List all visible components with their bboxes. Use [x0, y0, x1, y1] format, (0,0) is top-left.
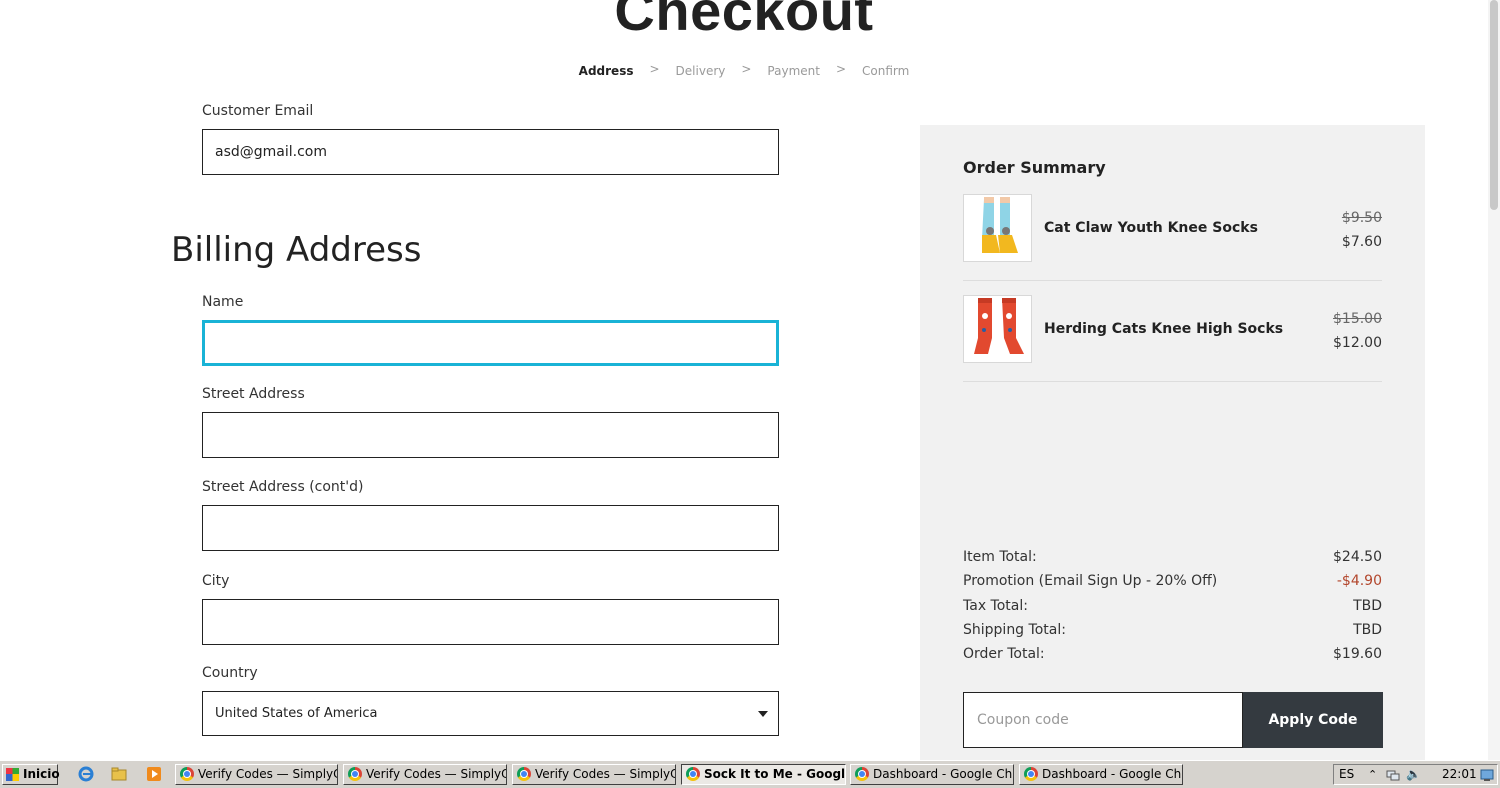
summary-item: Cat Claw Youth Knee Socks $9.50 $7.60	[963, 194, 1382, 281]
country-label: Country	[202, 665, 258, 681]
totals-value: $19.60	[1333, 646, 1382, 663]
taskbar-window-button[interactable]: Verify Codes — SimplyCo...	[343, 764, 507, 785]
summary-item: Herding Cats Knee High Socks $15.00 $12.…	[963, 295, 1382, 382]
chevron-down-icon	[758, 711, 768, 717]
totals-value: TBD	[1353, 621, 1382, 638]
cat-claw-socks-image	[964, 195, 1031, 261]
chevron-up-icon[interactable]: ⌃	[1368, 765, 1377, 784]
totals-label: Item Total:	[963, 549, 1037, 565]
step-payment: Payment	[767, 64, 820, 78]
taskbar-window-button[interactable]: Dashboard - Google Chr...	[850, 764, 1014, 785]
system-tray: ES ⌃ 🔈 22:01	[1333, 764, 1498, 785]
item-original-price: $9.50	[1341, 210, 1382, 226]
step-address[interactable]: Address	[579, 64, 634, 78]
item-price: $7.60	[1341, 234, 1382, 250]
chrome-icon	[686, 767, 700, 781]
item-total-row: Item Total: $24.50	[963, 549, 1382, 573]
name-label: Name	[202, 294, 244, 310]
page-scrollbar[interactable]	[1488, 0, 1500, 760]
street-address-field[interactable]	[202, 412, 779, 458]
step-separator: >	[649, 62, 660, 76]
taskbar-window-title: Verify Codes — SimplyCo...	[198, 767, 337, 781]
windows-logo-icon	[6, 768, 19, 781]
taskbar-window-button[interactable]: Verify Codes — SimplyCo...	[175, 764, 338, 785]
street-address-2-field[interactable]	[202, 505, 779, 551]
step-separator: >	[835, 62, 847, 76]
start-button[interactable]: Inicio	[2, 764, 60, 785]
taskbar-window-title: Verify Codes — SimplyCo...	[366, 767, 506, 781]
order-summary-title: Order Summary	[963, 158, 1106, 177]
country-select-value: United States of America	[215, 706, 378, 721]
folder-icon[interactable]	[111, 766, 127, 782]
city-label: City	[202, 573, 230, 589]
taskbar-window-title: Dashboard - Google Chr...	[873, 767, 1014, 781]
show-desktop-icon[interactable]	[1480, 768, 1494, 782]
scrollbar-thumb[interactable]	[1490, 0, 1498, 210]
name-field[interactable]	[202, 320, 779, 366]
step-separator: >	[741, 62, 752, 76]
chrome-icon	[1024, 767, 1038, 781]
totals-value: $24.50	[1333, 549, 1382, 565]
volume-icon[interactable]: 🔈	[1406, 765, 1421, 784]
totals-label: Tax Total:	[963, 597, 1028, 614]
media-player-icon[interactable]	[146, 766, 162, 782]
coupon-code-input[interactable]: Coupon code	[963, 692, 1243, 748]
street-address-2-label: Street Address (cont'd)	[202, 479, 364, 495]
taskbar-window-title: Verify Codes — SimplyCo...	[535, 767, 675, 781]
email-label: Customer Email	[202, 103, 314, 119]
taskbar-window-button[interactable]: Dashboard - Google Chr...	[1019, 764, 1183, 785]
order-summary-panel: Order Summary Cat Claw Youth Knee Socks …	[920, 125, 1425, 760]
windows-taskbar: Inicio Verify Codes — SimplyCo... Verify…	[0, 760, 1500, 788]
tax-total-row: Tax Total: TBD	[963, 598, 1382, 622]
language-indicator[interactable]: ES	[1339, 765, 1354, 784]
internet-explorer-icon[interactable]	[78, 766, 94, 782]
country-select[interactable]: United States of America	[202, 691, 779, 736]
step-confirm: Confirm	[862, 64, 910, 78]
chrome-icon	[517, 767, 531, 781]
checkout-steps: Address > Delivery > Payment > Confirm	[0, 62, 1488, 78]
apply-code-button[interactable]: Apply Code	[1243, 692, 1383, 748]
network-icon[interactable]	[1386, 768, 1400, 782]
chrome-icon	[180, 767, 194, 781]
taskbar-window-title: Sock It to Me - Googl...	[704, 767, 846, 781]
item-price: $12.00	[1333, 335, 1382, 351]
item-name[interactable]: Herding Cats Knee High Socks	[1044, 321, 1283, 337]
item-original-price: $15.00	[1333, 311, 1382, 327]
billing-address-heading: Billing Address	[171, 230, 422, 270]
chrome-icon	[348, 767, 362, 781]
street-address-label: Street Address	[202, 386, 305, 402]
clock[interactable]: 22:01	[1442, 765, 1477, 784]
totals-label: Promotion (Email Sign Up - 20% Off)	[963, 573, 1218, 590]
totals-label: Order Total:	[963, 646, 1045, 663]
totals-label: Shipping Total:	[963, 621, 1066, 638]
product-thumbnail[interactable]	[963, 194, 1032, 262]
checkout-page: Checkout Address > Delivery > Payment > …	[0, 0, 1488, 760]
totals-value: TBD	[1353, 597, 1382, 614]
email-field[interactable]: asd@gmail.com	[202, 129, 779, 175]
start-label: Inicio	[23, 767, 60, 781]
product-thumbnail[interactable]	[963, 295, 1032, 363]
city-field[interactable]	[202, 599, 779, 645]
taskbar-window-button[interactable]: Verify Codes — SimplyCo...	[512, 764, 676, 785]
promotion-row: Promotion (Email Sign Up - 20% Off) -$4.…	[963, 573, 1382, 597]
order-total-row: Order Total: $19.60	[963, 646, 1382, 670]
shipping-total-row: Shipping Total: TBD	[963, 622, 1382, 646]
totals-value: -$4.90	[1336, 573, 1382, 590]
chrome-icon	[855, 767, 869, 781]
taskbar-window-title: Dashboard - Google Chr...	[1042, 767, 1183, 781]
herding-cats-socks-image	[964, 296, 1031, 362]
item-name[interactable]: Cat Claw Youth Knee Socks	[1044, 220, 1258, 236]
order-totals: Item Total: $24.50 Promotion (Email Sign…	[963, 549, 1382, 670]
step-delivery: Delivery	[675, 64, 726, 78]
page-title: Checkout	[614, 0, 874, 42]
taskbar-window-button-active[interactable]: Sock It to Me - Googl...	[681, 764, 846, 785]
